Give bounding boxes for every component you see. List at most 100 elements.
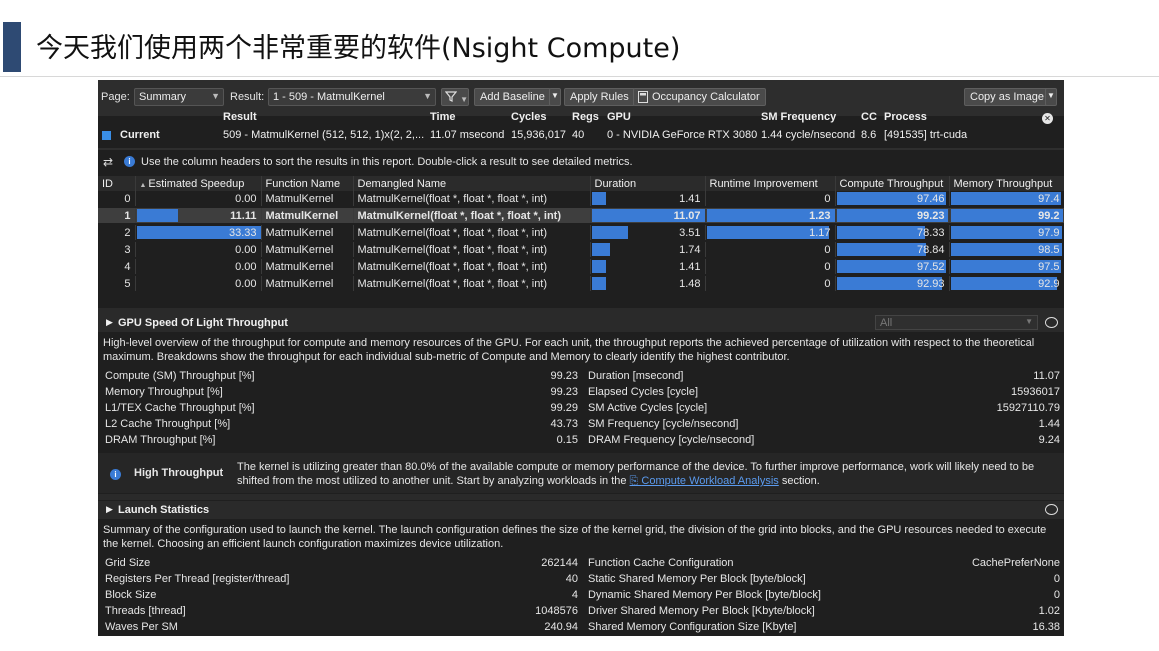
add-baseline-button[interactable]: Add Baseline [474,88,551,106]
cell-function-name: MatmulKernel [261,275,354,293]
table-row[interactable]: 0 0.00 MatmulKernel MatmulKernel(float *… [98,191,1064,208]
cell-speedup-value: 0.00 [235,243,257,256]
filter-icon [444,91,458,102]
cell-id: 1 [98,207,136,225]
col-sm-frequency[interactable]: SM Frequency [761,111,836,123]
cell-runtime-value: 0 [824,277,831,290]
occupancy-calculator-button[interactable]: Occupancy Calculator [633,88,766,106]
page-select[interactable]: Summary ▼ [134,88,224,106]
cell-memory-throughput: 97.5 [949,258,1064,276]
launch-section-header[interactable]: ▶ Launch Statistics [98,501,1064,519]
table-row-selected[interactable]: 1 11.11 MatmulKernel MatmulKernel(float … [98,207,1064,225]
cell-compute-throughput: 97.52 [835,258,950,276]
col-cycles[interactable]: Cycles [511,111,546,123]
cell-memory-value: 92.9 [1038,277,1060,290]
results-table: ID ▲ Estimated Speedup Function Name Dem… [98,176,1064,293]
apply-rules-button[interactable]: Apply Rules [564,88,635,106]
close-result-icon[interactable]: ✕ [1042,113,1053,124]
cell-function-name: MatmulKernel [261,224,354,242]
sol-body-filter-select[interactable]: All ▼ [875,315,1038,330]
table-row[interactable]: 4 0.00 MatmulKernel MatmulKernel(float *… [98,258,1064,276]
table-row[interactable]: 5 0.00 MatmulKernel MatmulKernel(float *… [98,275,1064,293]
cell-compute-throughput: 78.84 [835,241,950,259]
cell-memory-throughput: 92.9 [949,275,1064,293]
col-id[interactable]: ID [98,176,136,191]
col-time[interactable]: Time [430,111,455,123]
expand-arrow-icon: ▶ [106,504,113,514]
col-regs[interactable]: Regs [572,111,599,123]
metric-label: Dynamic Shared Memory Per Block [byte/bl… [588,589,821,601]
compute-workload-analysis-link[interactable]: ⎘ Compute Workload Analysis [630,475,779,487]
col-demangled-name[interactable]: Demangled Name [353,176,591,191]
cell-duration: 1.41 [590,191,706,208]
cell-duration-value: 3.51 [679,226,701,239]
cell-speedup-value: 33.33 [228,226,257,239]
metric-value: 16.38 [1032,621,1060,633]
result-select[interactable]: 1 - 509 - MatmulKernel ▼ [268,88,436,106]
metric-label: Static Shared Memory Per Block [byte/blo… [588,573,806,585]
col-estimated-speedup[interactable]: ▲ Estimated Speedup [135,176,262,191]
metric-value: 11.07 [1033,370,1060,382]
transpose-icon[interactable]: ⇄ [103,155,113,169]
col-gpu[interactable]: GPU [607,111,631,123]
cell-memory-throughput: 98.5 [949,241,1064,259]
col-memory-throughput[interactable]: Memory Throughput [949,176,1064,191]
current-color-swatch [102,131,111,140]
hint-text: Use the column headers to sort the resul… [141,156,633,168]
cell-speedup-value: 0.00 [235,192,257,205]
col-duration[interactable]: Duration [590,176,706,191]
metric-label: L1/TEX Cache Throughput [%] [105,402,255,414]
filter-button[interactable]: ▼ [441,88,469,106]
col-cc[interactable]: CC [861,111,877,123]
metric-label: Grid Size [105,557,151,569]
rule-text-line2-end: section. [781,475,820,487]
cell-compute-value: 97.46 [916,192,945,205]
table-row[interactable]: 3 0.00 MatmulKernel MatmulKernel(float *… [98,241,1064,259]
metric-label: DRAM Throughput [%] [105,434,216,446]
metric-value: 1048576 [535,605,578,617]
col-function-name[interactable]: Function Name [261,176,354,191]
comment-icon[interactable] [1045,317,1058,328]
current-cycles: 15,936,017 [511,129,567,141]
cell-duration: 3.51 [590,224,706,242]
col-compute-throughput[interactable]: Compute Throughput [835,176,950,191]
cell-demangled-name: MatmulKernel(float *, float *, float *, … [353,224,591,242]
occupancy-calculator-label: Occupancy Calculator [652,91,760,103]
cell-duration-value: 1.74 [679,243,701,256]
cell-id: 0 [98,191,136,208]
metric-label: Duration [msecond] [588,370,684,382]
copy-as-image-button[interactable]: Copy as Image [964,88,1050,106]
col-process[interactable]: Process [884,111,927,123]
metric-label: Threads [thread] [105,605,186,617]
cell-duration-value: 1.41 [679,260,701,273]
cell-compute-throughput: 99.23 [835,207,950,225]
copy-as-image-dropdown[interactable]: ▼ [1045,88,1057,106]
cell-speedup-value: 0.00 [235,277,257,290]
cell-id: 5 [98,275,136,293]
cell-speedup: 0.00 [135,275,262,293]
sol-section-header[interactable]: ▶ GPU Speed Of Light Throughput All ▼ [98,314,1064,332]
current-regs: 40 [572,129,585,141]
metric-value: 1.44 [1038,418,1060,430]
cell-memory-value: 98.5 [1038,243,1060,256]
cell-memory-throughput: 99.2 [949,207,1064,225]
add-baseline-dropdown[interactable]: ▼ [549,88,561,106]
current-result: 509 - MatmulKernel (512, 512, 1)x(2, 2,.… [223,129,425,141]
table-row[interactable]: 2 33.33 MatmulKernel MatmulKernel(float … [98,224,1064,242]
metric-value: 40 [565,573,578,585]
divider [98,148,1064,150]
cell-demangled-name: MatmulKernel(float *, float *, float *, … [353,241,591,259]
cell-runtime-value: 0 [824,260,831,273]
col-result[interactable]: Result [223,111,257,123]
cell-runtime-improvement: 0 [705,258,836,276]
duration-bar [591,226,628,239]
cell-compute-value: 78.33 [916,226,945,239]
speedup-bar [136,209,178,222]
nsight-compute-window: Page: Summary ▼ Result: 1 - 509 - Matmul… [98,80,1064,636]
comment-icon[interactable] [1045,504,1058,515]
metric-label: Compute (SM) Throughput [%] [105,370,255,382]
chevron-down-icon: ▼ [460,95,468,104]
col-runtime-improvement[interactable]: Runtime Improvement [705,176,836,191]
cell-function-name: MatmulKernel [261,258,354,276]
rule-text-line2-start: shifted from the most utilized to anothe… [237,475,627,487]
